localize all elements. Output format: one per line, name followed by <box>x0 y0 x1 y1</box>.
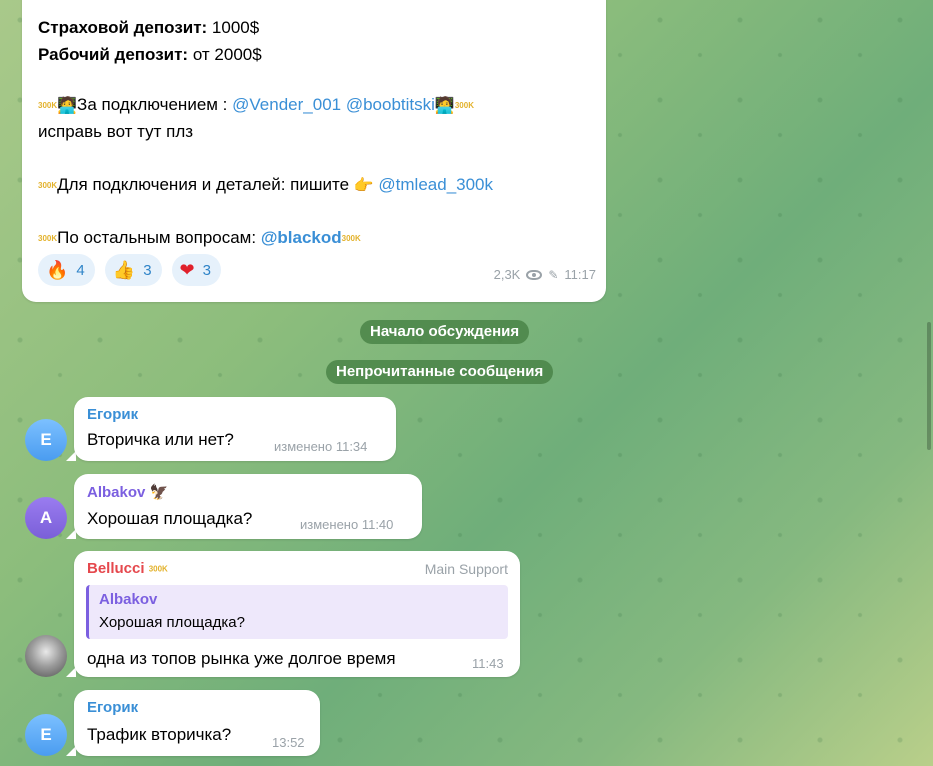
300k-emoji-icon: 300K <box>38 234 58 244</box>
insurance-deposit-line: Страховой депозит: 1000$ <box>38 18 259 38</box>
message-sender[interactable]: Егорик <box>87 699 138 716</box>
message-bubble[interactable]: Albakov 🦅 Хорошая площадка? изменено 11:… <box>74 474 422 539</box>
pin-icon: ✎ <box>548 267 559 282</box>
message-text: Вторичка или нет? <box>87 430 234 449</box>
reaction-thumbs-up[interactable]: 👍 3 <box>104 254 162 286</box>
reply-sender: Albakov <box>99 591 158 608</box>
avatar-photo[interactable] <box>25 635 67 677</box>
unread-messages-divider: Непрочитанные сообщения <box>326 360 554 384</box>
channel-post: Страховой депозит: 1000$ Рабочий депозит… <box>22 0 606 302</box>
details-line: 300KДля подключения и деталей: пишите 👉 … <box>38 175 493 196</box>
details-text: Для подключения и деталей: пишите <box>57 175 354 194</box>
mention-boobtitski[interactable]: @boobtitski <box>346 95 435 114</box>
views-count: 2,3K <box>493 267 521 282</box>
fix-text: исправь вот тут плз <box>38 122 194 141</box>
message-bubble[interactable]: Егорик Трафик вторичка? 13:52 <box>74 690 320 756</box>
300k-emoji-icon: 300K <box>38 101 58 111</box>
sender-name: Albakov <box>87 484 146 501</box>
avatar[interactable]: Е <box>25 419 67 461</box>
reply-quote[interactable]: Albakov Хорошая площадка? <box>86 585 508 639</box>
mention-tmlead[interactable]: @tmlead_300k <box>378 175 493 194</box>
message-time: 13:52 <box>272 735 305 750</box>
reaction-count: 3 <box>143 261 152 279</box>
post-meta: 2,3K ✎ 11:17 <box>494 267 596 282</box>
hacker-emoji-icon: 🧑‍💻 <box>434 97 455 115</box>
message-time: изменено 11:34 <box>274 439 368 454</box>
fire-icon: 🔥 <box>46 259 69 280</box>
post-time: 11:17 <box>564 267 596 282</box>
thumbs-up-icon: 👍 <box>112 259 136 280</box>
300k-emoji-icon: 300K <box>454 101 474 111</box>
300k-emoji-icon: 300K <box>38 181 58 191</box>
insurance-deposit-value: 1000$ <box>207 18 260 37</box>
eye-icon <box>526 269 543 280</box>
message-text: одна из топов рынка уже долгое время <box>87 649 396 668</box>
message-text: Трафик вторичка? <box>87 725 232 744</box>
working-deposit-value: от 2000$ <box>188 45 262 64</box>
reaction-count: 4 <box>76 261 85 279</box>
message-sender[interactable]: Егорик <box>87 406 138 423</box>
reactions-bar: 🔥 4 👍 3 ❤ 3 <box>38 254 221 286</box>
300k-emoji-icon: 300K <box>341 234 361 244</box>
reply-text: Хорошая площадка? <box>99 614 245 631</box>
300k-emoji-icon: 300K <box>148 564 168 574</box>
message-time: 11:43 <box>472 656 504 671</box>
message-sender[interactable]: Albakov 🦅 <box>87 483 168 501</box>
heart-icon: ❤ <box>179 259 195 280</box>
emblem-emoji-icon: 🦅 <box>149 484 169 501</box>
connect-line: 300K🧑‍💻За подключением : @Vender_001 @bo… <box>38 95 474 116</box>
avatar[interactable]: Е <box>25 714 67 756</box>
working-deposit-label: Рабочий депозит: <box>38 45 189 64</box>
other-line: 300KПо остальным вопросам: @blackod300K <box>38 228 361 248</box>
message-text: Хорошая площадка? <box>87 509 253 528</box>
reaction-heart[interactable]: ❤ 3 <box>171 254 221 286</box>
sender-name: Bellucci <box>87 560 145 577</box>
other-text: По остальным вопросам: <box>57 228 261 247</box>
message-time: изменено 11:40 <box>300 517 394 532</box>
message-bubble[interactable]: Bellucci 300K Main Support Albakov Хорош… <box>74 551 520 677</box>
message-bubble[interactable]: Егорик Вторичка или нет? изменено 11:34 <box>74 397 396 461</box>
mention-blackod[interactable]: @blackod <box>261 228 342 247</box>
pointing-hand-icon: 👉 <box>353 177 374 195</box>
hacker-emoji-icon: 🧑‍💻 <box>57 97 78 115</box>
avatar[interactable]: A <box>25 497 67 539</box>
discussion-start-label: Начало обсуждения <box>360 320 530 344</box>
message-sender[interactable]: Bellucci 300K <box>87 560 168 577</box>
insurance-deposit-label: Страховой депозит: <box>38 18 208 37</box>
reaction-fire[interactable]: 🔥 4 <box>38 254 95 286</box>
mention-vender[interactable]: @Vender_001 <box>232 95 341 114</box>
scrollbar[interactable] <box>927 322 931 450</box>
sender-role-badge: Main Support <box>424 561 508 577</box>
reaction-count: 3 <box>202 261 211 279</box>
connect-text: За подключением : <box>77 95 233 114</box>
working-deposit-line: Рабочий депозит: от 2000$ <box>38 45 262 65</box>
